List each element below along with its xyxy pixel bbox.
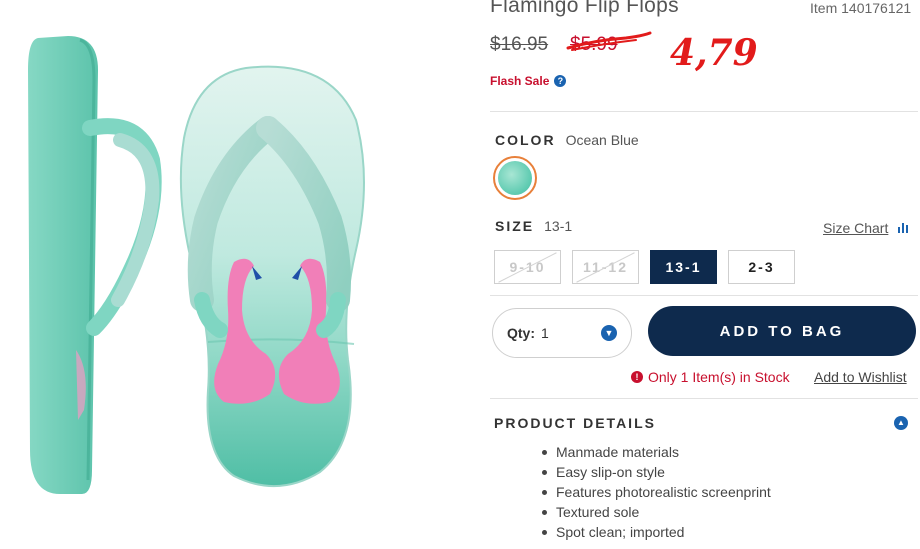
divider [490,295,918,296]
flash-sale-label: Flash Sale [490,74,550,88]
chevron-up-icon[interactable]: ▲ [894,416,908,430]
list-item: Textured sole [542,504,771,524]
list-item: Spot clean; imported [542,524,771,544]
size-option-11-12[interactable]: 11-12 [572,250,639,284]
help-icon[interactable]: ? [554,75,567,87]
swatch-fill [498,161,532,195]
original-price: $16.95 [490,34,549,55]
quantity-value: 1 [541,325,549,341]
item-number: Item 140176121 [810,0,912,16]
color-label: COLOR [495,132,556,148]
color-value: Ocean Blue [565,132,639,148]
list-item: Manmade materials [542,444,771,464]
product-details-list: Manmade materials Easy slip-on style Fea… [542,444,771,544]
size-chart-icon [898,223,909,233]
stock-text: Only 1 Item(s) in Stock [648,369,790,385]
product-title: Flamingo Flip Flops [490,0,679,17]
list-item: Features photorealistic screenprint [542,484,771,504]
size-label: SIZE [495,218,535,234]
size-chart-link[interactable]: Size Chart [823,220,909,236]
product-image [28,36,365,494]
alert-icon: ! [631,371,643,383]
size-value: 13-1 [544,218,573,234]
add-to-wishlist-link[interactable]: Add to Wishlist [814,369,907,385]
size-option-9-10[interactable]: 9-10 [494,250,561,284]
color-swatch-ocean-blue[interactable] [493,156,537,200]
size-row: SIZE 13-1 [495,218,572,234]
size-option-2-3[interactable]: 2-3 [728,250,795,284]
chevron-down-icon: ▼ [601,325,617,341]
product-details-title[interactable]: PRODUCT DETAILS [494,415,656,431]
divider [490,398,918,399]
quantity-label: Qty: [507,325,535,341]
stock-message: ! Only 1 Item(s) in Stock [631,369,790,385]
add-to-bag-button[interactable]: ADD TO BAG [648,306,916,356]
color-row: COLOR Ocean Blue [495,132,639,148]
handwritten-price: 4,79 [670,32,758,74]
quantity-select[interactable]: Qty: 1 ▼ [492,308,632,358]
size-option-13-1[interactable]: 13-1 [650,250,717,284]
flash-sale: Flash Sale ? [490,74,567,88]
size-chart-label: Size Chart [823,220,889,236]
divider [490,111,918,112]
price-strike-scribble [566,31,652,51]
list-item: Easy slip-on style [542,464,771,484]
